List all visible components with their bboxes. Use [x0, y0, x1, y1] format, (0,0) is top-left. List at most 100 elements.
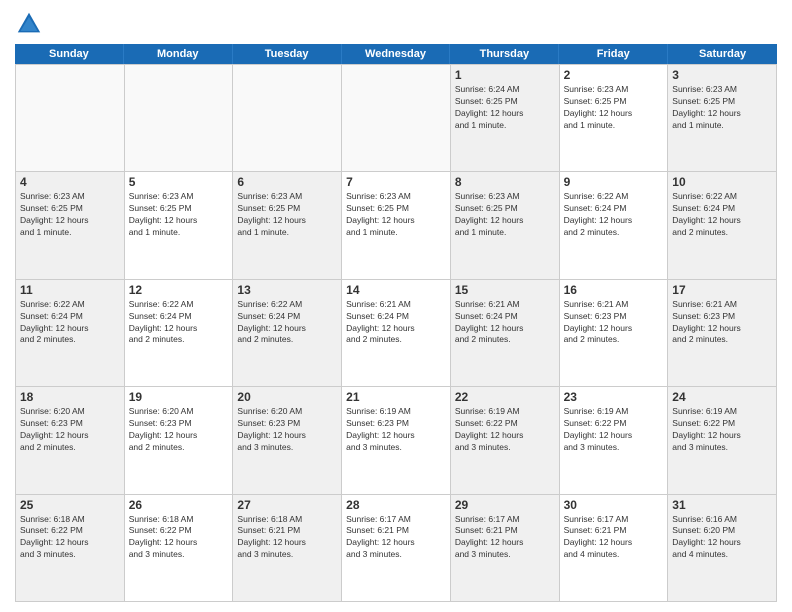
day-number: 12 — [129, 283, 229, 297]
cal-cell-day-26: 26Sunrise: 6:18 AM Sunset: 6:22 PM Dayli… — [125, 495, 234, 601]
cal-cell-day-9: 9Sunrise: 6:22 AM Sunset: 6:24 PM Daylig… — [560, 172, 669, 278]
cal-cell-day-1: 1 Sunrise: 6:24 AM Sunset: 6:25 PM Daylig… — [451, 65, 560, 171]
cal-cell-day-13: 13Sunrise: 6:22 AM Sunset: 6:24 PM Dayli… — [233, 280, 342, 386]
day-number: 25 — [20, 498, 120, 512]
day-number: 17 — [672, 283, 772, 297]
cal-cell-day-28: 28 Sunrise: 6:17 AM Sunset: 6:21 PM Dayli… — [342, 495, 451, 601]
cal-cell-day-2: 2 Sunrise: 6:23 AM Sunset: 6:25 PM Daylig… — [560, 65, 669, 171]
cal-cell-day-10: 10 Sunrise: 6:22 AM Sunset: 6:24 PM Dayli… — [668, 172, 777, 278]
day-info: Sunrise: 6:22 AM Sunset: 6:24 PM Dayligh… — [237, 299, 337, 347]
day-number: 31 — [672, 498, 772, 512]
page: SundayMondayTuesdayWednesdayThursdayFrid… — [0, 0, 792, 612]
cal-cell-day-24: 24Sunrise: 6:19 AM Sunset: 6:22 PM Dayli… — [668, 387, 777, 493]
cal-cell-day-19: 19 Sunrise: 6:20 AM Sunset: 6:23 PM Dayli… — [125, 387, 234, 493]
day-number: 5 — [129, 175, 229, 189]
day-info: Sunrise: 6:18 AM Sunset: 6:22 PM Dayligh… — [20, 514, 120, 562]
cal-cell-day-30: 30 Sunrise: 6:17 AM Sunset: 6:21 PM Dayli… — [560, 495, 669, 601]
day-number: 11 — [20, 283, 120, 297]
day-number: 21 — [346, 390, 446, 404]
cal-cell-day-21: 21Sunrise: 6:19 AM Sunset: 6:23 PM Dayli… — [342, 387, 451, 493]
day-number: 23 — [564, 390, 664, 404]
cal-header-saturday: Saturday — [668, 44, 777, 64]
day-info: Sunrise: 6:22 AM Sunset: 6:24 PM Dayligh… — [129, 299, 229, 347]
day-number: 14 — [346, 283, 446, 297]
cal-cell-empty — [233, 65, 342, 171]
cal-header-tuesday: Tuesday — [233, 44, 342, 64]
cal-row-2: 4 Sunrise: 6:23 AM Sunset: 6:25 PM Daylig… — [16, 172, 777, 279]
day-info: Sunrise: 6:23 AM Sunset: 6:25 PM Dayligh… — [346, 191, 446, 239]
day-number: 10 — [672, 175, 772, 189]
day-number: 2 — [564, 68, 664, 82]
day-number: 24 — [672, 390, 772, 404]
cal-cell-day-8: 8Sunrise: 6:23 AM Sunset: 6:25 PM Daylig… — [451, 172, 560, 278]
day-number: 1 — [455, 68, 555, 82]
day-number: 30 — [564, 498, 664, 512]
cal-header-monday: Monday — [124, 44, 233, 64]
day-info: Sunrise: 6:23 AM Sunset: 6:25 PM Dayligh… — [129, 191, 229, 239]
day-number: 20 — [237, 390, 337, 404]
day-info: Sunrise: 6:18 AM Sunset: 6:22 PM Dayligh… — [129, 514, 229, 562]
cal-row-5: 25 Sunrise: 6:18 AM Sunset: 6:22 PM Dayli… — [16, 495, 777, 602]
day-info: Sunrise: 6:17 AM Sunset: 6:21 PM Dayligh… — [564, 514, 664, 562]
cal-header-wednesday: Wednesday — [342, 44, 451, 64]
cal-cell-day-12: 12 Sunrise: 6:22 AM Sunset: 6:24 PM Dayli… — [125, 280, 234, 386]
day-number: 27 — [237, 498, 337, 512]
cal-row-3: 11 Sunrise: 6:22 AM Sunset: 6:24 PM Dayli… — [16, 280, 777, 387]
day-info: Sunrise: 6:23 AM Sunset: 6:25 PM Dayligh… — [237, 191, 337, 239]
day-info: Sunrise: 6:24 AM Sunset: 6:25 PM Dayligh… — [455, 84, 555, 132]
day-info: Sunrise: 6:19 AM Sunset: 6:22 PM Dayligh… — [455, 406, 555, 454]
day-info: Sunrise: 6:23 AM Sunset: 6:25 PM Dayligh… — [20, 191, 120, 239]
cal-cell-empty — [125, 65, 234, 171]
day-number: 19 — [129, 390, 229, 404]
day-info: Sunrise: 6:21 AM Sunset: 6:23 PM Dayligh… — [564, 299, 664, 347]
cal-cell-day-20: 20 Sunrise: 6:20 AM Sunset: 6:23 PM Dayli… — [233, 387, 342, 493]
day-info: Sunrise: 6:20 AM Sunset: 6:23 PM Dayligh… — [237, 406, 337, 454]
cal-header-friday: Friday — [559, 44, 668, 64]
day-info: Sunrise: 6:21 AM Sunset: 6:24 PM Dayligh… — [346, 299, 446, 347]
cal-cell-day-18: 18 Sunrise: 6:20 AM Sunset: 6:23 PM Dayli… — [16, 387, 125, 493]
cal-header-thursday: Thursday — [450, 44, 559, 64]
cal-cell-day-4: 4 Sunrise: 6:23 AM Sunset: 6:25 PM Daylig… — [16, 172, 125, 278]
day-info: Sunrise: 6:20 AM Sunset: 6:23 PM Dayligh… — [129, 406, 229, 454]
cal-cell-empty — [342, 65, 451, 171]
cal-cell-day-17: 17 Sunrise: 6:21 AM Sunset: 6:23 PM Dayli… — [668, 280, 777, 386]
day-info: Sunrise: 6:21 AM Sunset: 6:23 PM Dayligh… — [672, 299, 772, 347]
cal-cell-day-5: 5 Sunrise: 6:23 AM Sunset: 6:25 PM Daylig… — [125, 172, 234, 278]
day-info: Sunrise: 6:17 AM Sunset: 6:21 PM Dayligh… — [455, 514, 555, 562]
calendar: SundayMondayTuesdayWednesdayThursdayFrid… — [15, 44, 777, 602]
day-number: 4 — [20, 175, 120, 189]
day-number: 28 — [346, 498, 446, 512]
day-info: Sunrise: 6:16 AM Sunset: 6:20 PM Dayligh… — [672, 514, 772, 562]
day-number: 6 — [237, 175, 337, 189]
logo-icon — [15, 10, 43, 38]
day-info: Sunrise: 6:23 AM Sunset: 6:25 PM Dayligh… — [564, 84, 664, 132]
day-info: Sunrise: 6:21 AM Sunset: 6:24 PM Dayligh… — [455, 299, 555, 347]
day-number: 18 — [20, 390, 120, 404]
day-info: Sunrise: 6:22 AM Sunset: 6:24 PM Dayligh… — [20, 299, 120, 347]
cal-cell-day-7: 7 Sunrise: 6:23 AM Sunset: 6:25 PM Daylig… — [342, 172, 451, 278]
cal-cell-day-16: 16Sunrise: 6:21 AM Sunset: 6:23 PM Dayli… — [560, 280, 669, 386]
cal-cell-day-25: 25 Sunrise: 6:18 AM Sunset: 6:22 PM Dayli… — [16, 495, 125, 601]
cal-cell-day-14: 14 Sunrise: 6:21 AM Sunset: 6:24 PM Dayli… — [342, 280, 451, 386]
day-info: Sunrise: 6:23 AM Sunset: 6:25 PM Dayligh… — [672, 84, 772, 132]
header — [15, 10, 777, 38]
day-number: 7 — [346, 175, 446, 189]
day-info: Sunrise: 6:20 AM Sunset: 6:23 PM Dayligh… — [20, 406, 120, 454]
day-info: Sunrise: 6:18 AM Sunset: 6:21 PM Dayligh… — [237, 514, 337, 562]
cal-cell-day-11: 11 Sunrise: 6:22 AM Sunset: 6:24 PM Dayli… — [16, 280, 125, 386]
cal-cell-day-15: 15Sunrise: 6:21 AM Sunset: 6:24 PM Dayli… — [451, 280, 560, 386]
cal-cell-day-6: 6 Sunrise: 6:23 AM Sunset: 6:25 PM Daylig… — [233, 172, 342, 278]
cal-header-sunday: Sunday — [15, 44, 124, 64]
day-info: Sunrise: 6:22 AM Sunset: 6:24 PM Dayligh… — [564, 191, 664, 239]
day-info: Sunrise: 6:23 AM Sunset: 6:25 PM Dayligh… — [455, 191, 555, 239]
day-number: 29 — [455, 498, 555, 512]
day-number: 22 — [455, 390, 555, 404]
cal-cell-day-23: 23 Sunrise: 6:19 AM Sunset: 6:22 PM Dayli… — [560, 387, 669, 493]
calendar-header: SundayMondayTuesdayWednesdayThursdayFrid… — [15, 44, 777, 64]
day-info: Sunrise: 6:22 AM Sunset: 6:24 PM Dayligh… — [672, 191, 772, 239]
day-info: Sunrise: 6:19 AM Sunset: 6:22 PM Dayligh… — [564, 406, 664, 454]
day-info: Sunrise: 6:17 AM Sunset: 6:21 PM Dayligh… — [346, 514, 446, 562]
cal-cell-day-3: 3Sunrise: 6:23 AM Sunset: 6:25 PM Daylig… — [668, 65, 777, 171]
cal-cell-day-27: 27 Sunrise: 6:18 AM Sunset: 6:21 PM Dayli… — [233, 495, 342, 601]
cal-row-4: 18 Sunrise: 6:20 AM Sunset: 6:23 PM Dayli… — [16, 387, 777, 494]
